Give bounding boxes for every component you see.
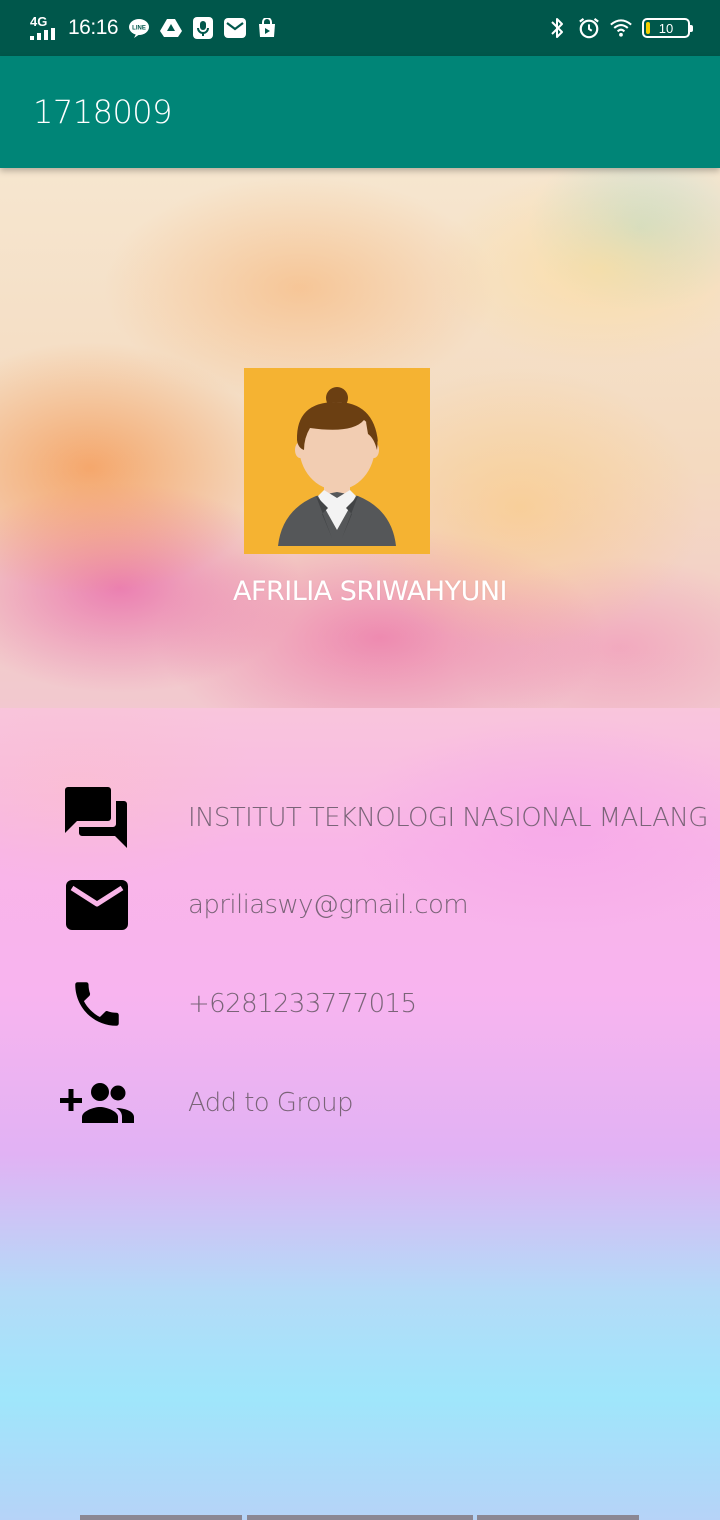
battery-percent: 10 bbox=[658, 20, 674, 36]
detail-row-phone[interactable]: +6281233777015 bbox=[0, 974, 720, 1034]
nav-hint-left bbox=[80, 1515, 242, 1520]
bluetooth-icon bbox=[546, 17, 568, 39]
status-right: 10 bbox=[546, 17, 693, 39]
add-group-text: Add to Group bbox=[188, 1088, 354, 1118]
businesswoman-avatar-icon bbox=[278, 387, 396, 546]
battery-icon: 10 bbox=[642, 18, 693, 38]
mail-icon bbox=[224, 17, 247, 39]
avatar bbox=[244, 368, 430, 554]
svg-text:LINE: LINE bbox=[132, 26, 146, 32]
battery-level-fill bbox=[646, 22, 650, 34]
alarm-icon bbox=[578, 17, 600, 39]
email-icon bbox=[60, 880, 134, 930]
signal-icon bbox=[30, 28, 55, 40]
detail-row-institution[interactable]: INSTITUT TEKNOLOGI NASIONAL MALANG bbox=[0, 786, 720, 850]
network-indicator: 4G bbox=[30, 14, 58, 40]
drive-icon bbox=[160, 17, 183, 39]
app-bar: 1718009 bbox=[0, 56, 720, 168]
network-type: 4G bbox=[30, 14, 48, 29]
profile-header: AFRILIA SRIWAHYUNI bbox=[0, 168, 720, 708]
nav-hint-right bbox=[477, 1515, 639, 1520]
app-title: 1718009 bbox=[33, 93, 173, 131]
recorder-icon bbox=[192, 17, 214, 39]
profile-name: AFRILIA SRIWAHYUNI bbox=[232, 576, 508, 607]
line-app-icon: LINE bbox=[128, 17, 150, 39]
store-icon bbox=[256, 17, 278, 39]
detail-row-email[interactable]: apriliaswy@gmail.com bbox=[0, 878, 720, 932]
phone-icon bbox=[60, 975, 134, 1033]
institution-text: INSTITUT TEKNOLOGI NASIONAL MALANG bbox=[188, 803, 708, 833]
status-bar: 4G 16:16 LINE 10 bbox=[0, 0, 720, 56]
chat-icon bbox=[60, 787, 134, 849]
status-left: 4G 16:16 LINE bbox=[30, 14, 278, 40]
wifi-icon bbox=[610, 17, 632, 39]
detail-row-add-group[interactable]: Add to Group bbox=[0, 1078, 720, 1128]
clock: 16:16 bbox=[68, 16, 119, 39]
contact-details: INSTITUT TEKNOLOGI NASIONAL MALANG april… bbox=[0, 708, 720, 1520]
nav-hint-center bbox=[247, 1515, 473, 1520]
group-add-icon bbox=[60, 1081, 134, 1125]
phone-text: +6281233777015 bbox=[188, 989, 417, 1019]
email-text: apriliaswy@gmail.com bbox=[188, 890, 469, 920]
